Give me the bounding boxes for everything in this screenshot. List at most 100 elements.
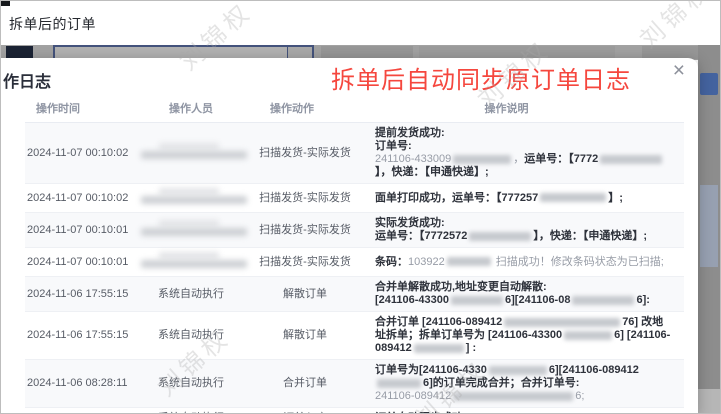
cell-operation-description: 条码：103922 扫描成功！修改条码状态为已扫描; xyxy=(369,252,684,273)
redacted-text xyxy=(453,391,574,401)
cell-operation-description: 合并单解散成功,地址变更自动解散: [241106-43300 6][241106-… xyxy=(369,277,684,311)
description-text: 合并单解散成功,地址变更自动解散: xyxy=(375,281,547,293)
redacted-text xyxy=(446,257,491,267)
redacted-text xyxy=(540,193,607,203)
description-text: 运单号：【7772 xyxy=(524,153,599,165)
table-body: 2024-11-07 00:10:02 扫描发货-实际发货 提前发货成功: 订单号: 2… xyxy=(25,123,684,413)
cell-operator xyxy=(141,216,247,244)
redacted-operator xyxy=(141,143,247,159)
cell-operation-description: 订单自动同步成功: xyxy=(369,408,684,413)
redacted-text xyxy=(600,154,663,164)
cell-operation-description: 订单号为[241106-4330 6][241106-0894126]的订单完成合… xyxy=(369,360,684,407)
cell-operator: 系统自动执行 xyxy=(158,377,224,389)
cell-operation-action: 解散订单 xyxy=(283,287,327,300)
description-text: 条码： xyxy=(375,255,408,268)
cell-operation-action: 扫描发货-实际发货 xyxy=(259,223,351,236)
dialog-header: 作日志 拆单后自动同步原订单日志 × xyxy=(1,58,698,94)
dimmed-panel xyxy=(700,185,718,267)
redacted-text xyxy=(564,330,613,340)
dimmed-panel xyxy=(698,389,720,413)
description-text: 扫描成功！修改条码状态为已扫描; xyxy=(492,255,664,268)
description-text: 实际发货成功: xyxy=(375,217,445,229)
cell-operation-description: 提前发货成功: 订单号: 241106-433009 ，运单号：【7772 】，快递：【… xyxy=(369,123,684,183)
cell-operation-description: 面单打印成功，运单号：【777257 】; xyxy=(369,188,684,209)
description-text: 提前发货成功: xyxy=(375,127,445,139)
description-text: 6][241106-08 xyxy=(505,294,571,306)
annotation-text: 拆单后自动同步原订单日志 xyxy=(331,67,631,94)
redacted-text xyxy=(488,365,547,375)
description-text: 】，快递：【申通快递】; xyxy=(375,166,489,178)
cell-operator: 系统自动执行 xyxy=(141,408,241,413)
table-row: 2024-11-06 17:55:15 系统自动执行 解散订单 合并单解散成功,地址变… xyxy=(25,277,684,312)
redacted-text xyxy=(469,231,532,241)
page-title: 拆单后的订单 xyxy=(9,16,96,32)
table-header: 操作时间 操作人员 操作动作 操作说明 xyxy=(25,94,684,123)
description-text: 241106-433009 xyxy=(375,153,452,165)
description-text: ， xyxy=(513,153,525,165)
description-text: 订单号: xyxy=(375,140,412,152)
redacted-operator xyxy=(141,252,247,268)
cell-operation-action: 扫描发货-实际发货 xyxy=(259,146,351,159)
column-header: 操作时间 xyxy=(36,103,80,115)
description-text: 6; xyxy=(575,390,585,402)
cell-operator xyxy=(141,139,247,167)
description-text: [241106-43300 xyxy=(375,294,450,306)
cell-operation-time: 2024-11-06 17:55:15 xyxy=(27,287,129,300)
cell-operation-time: 2024-11-07 00:10:01 xyxy=(27,255,129,268)
description-text: 合并订单 [241106-089412 xyxy=(375,316,503,328)
cell-operation-action: 合并订单 xyxy=(283,377,327,389)
redacted-operator xyxy=(141,188,247,204)
table-row: 2024-11-06 17:55:15 系统自动执行 解散订单 合并订单 [24110… xyxy=(25,312,684,360)
cell-operation-time: 2024-11-07 00:10:02 xyxy=(27,191,129,204)
cell-operation-time: 2024-11-07 00:10:01 xyxy=(27,223,129,236)
table-row: 2024-11-07 00:10:02 扫描发货-实际发货 面单打印成功，运单号：【… xyxy=(25,184,684,213)
cell-operator xyxy=(141,184,247,212)
table-row: 2024-11-06 08:28:11 系统自动执行 合并订单 订单号为[241106… xyxy=(25,360,684,408)
cell-operation-action: 扫描发货-实际发货 xyxy=(259,191,351,204)
redacted-text xyxy=(413,343,464,353)
column-header: 操作说明 xyxy=(484,103,529,115)
table-row: 2024-11-06 08:28:10系统自动执行订单入库订单自动同步成功: xyxy=(25,408,684,413)
table-row: 2024-11-07 00:10:01 扫描发货-实际发货 实际发货成功: 运单号：【… xyxy=(25,213,684,248)
log-table: 操作时间 操作人员 操作动作 操作说明 2024-11-07 00:10:02 扫描发货… xyxy=(1,94,698,413)
table-row: 2024-11-07 00:10:01 扫描发货-实际发货 条码：103922 扫描… xyxy=(25,248,684,277)
redacted-text xyxy=(377,378,421,388)
description-text: 订单号为[241106-4330 xyxy=(375,364,487,376)
description-text: 】; xyxy=(608,191,623,204)
cell-operation-action: 扫描发货-实际发货 xyxy=(259,255,351,268)
description-text: ] : xyxy=(465,342,477,354)
dialog-title: 作日志 xyxy=(3,74,52,91)
cell-operation-description: 实际发货成功: 运单号：【7772572 】，快递：【申通快递】; xyxy=(369,213,684,247)
cell-operation-action: 解散订单 xyxy=(283,329,327,341)
cell-operation-description: 合并订单 [241106-089412 76] 改地址拆单；拆单订单号为 [241… xyxy=(369,312,684,359)
redacted-text xyxy=(572,295,635,305)
description-text: 】，快递：【申通快递】; xyxy=(533,230,647,242)
dimmed-primary-button[interactable] xyxy=(700,73,718,95)
redacted-text xyxy=(504,317,621,327)
cell-operator xyxy=(141,248,247,276)
dimmed-background-right xyxy=(698,45,720,413)
cell-operation-time: 2024-11-06 08:28:10 xyxy=(25,408,141,413)
description-text: 241106-089412 xyxy=(375,390,452,402)
description-text: 6]的订单完成合并；合并订单号: xyxy=(423,377,580,389)
description-text: 运单号：【7772572 xyxy=(375,230,468,242)
cell-operator: 系统自动执行 xyxy=(158,287,224,300)
description-text: 6]: xyxy=(636,294,650,306)
cell-operation-time: 2024-11-07 00:10:02 xyxy=(27,146,129,159)
table-row: 2024-11-07 00:10:02 扫描发货-实际发货 提前发货成功: 订单号: 2… xyxy=(25,123,684,184)
redacted-operator xyxy=(141,220,247,236)
close-icon[interactable]: × xyxy=(673,60,685,81)
column-header: 操作动作 xyxy=(270,103,314,115)
operation-log-dialog: 作日志 拆单后自动同步原订单日志 × 操作时间 操作人员 操作动作 操作说明 2024… xyxy=(1,58,698,413)
cell-operation-time: 2024-11-06 08:28:11 xyxy=(27,377,128,389)
redacted-text xyxy=(453,154,512,164)
description-text: 103922 xyxy=(408,255,445,268)
cell-operation-time: 2024-11-06 17:55:15 xyxy=(27,329,129,341)
cell-operation-action: 订单入库 xyxy=(241,408,369,413)
corner-mark xyxy=(1,1,10,6)
description-text: 6][241106-089412 xyxy=(548,364,639,376)
column-header: 操作人员 xyxy=(169,103,213,115)
redacted-text xyxy=(451,295,504,305)
cell-operator: 系统自动执行 xyxy=(158,329,224,341)
description-text: 面单打印成功，运单号：【777257 xyxy=(375,191,539,204)
